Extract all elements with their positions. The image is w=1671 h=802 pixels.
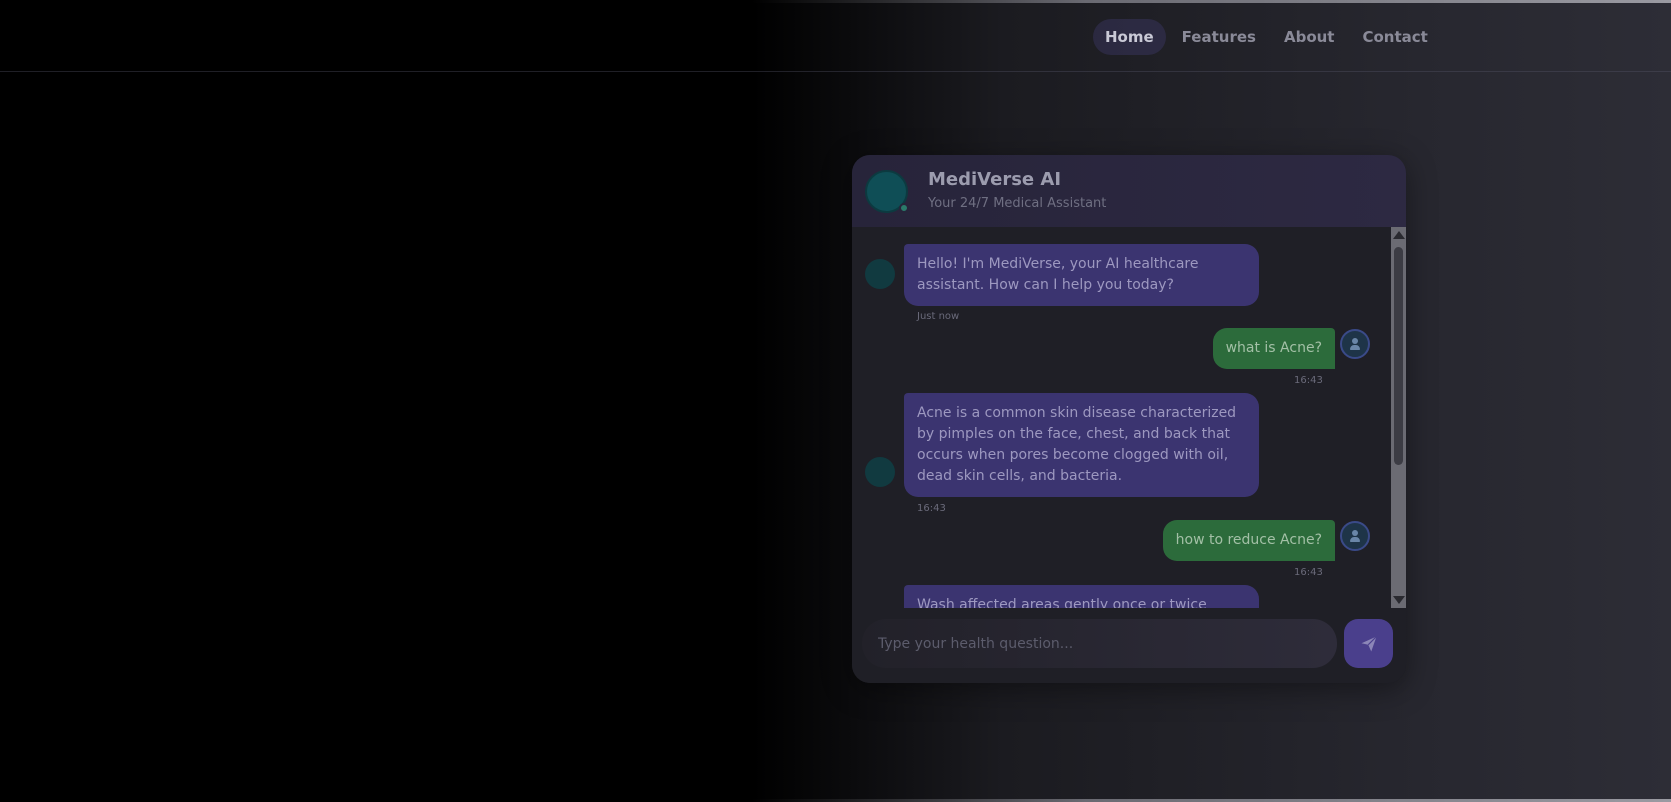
chat-subtitle: Your 24/7 Medical Assistant bbox=[928, 196, 1107, 211]
nav-features-link[interactable]: Features bbox=[1170, 19, 1268, 55]
online-status-indicator bbox=[899, 203, 909, 213]
message-text: Hello! I'm MediVerse, your AI healthcare… bbox=[904, 244, 1259, 306]
navbar: Home Features About Contact bbox=[0, 3, 1671, 72]
message-time: Just now bbox=[917, 311, 960, 322]
user-message-avatar bbox=[1340, 521, 1370, 551]
bot-message: Wash affected areas gently once or twice bbox=[904, 585, 1259, 608]
message-scrollbar[interactable] bbox=[1391, 227, 1406, 608]
message-input[interactable] bbox=[862, 619, 1337, 668]
message-text: how to reduce Acne? bbox=[1162, 520, 1335, 561]
scroll-thumb[interactable] bbox=[1394, 247, 1403, 465]
bot-message: Acne is a common skin disease characteri… bbox=[904, 393, 1259, 497]
bot-message-avatar bbox=[865, 457, 895, 487]
scroll-down-arrow[interactable] bbox=[1393, 596, 1405, 604]
chat-header: MediVerse AI Your 24/7 Medical Assistant bbox=[852, 155, 1406, 227]
message-time: 16:43 bbox=[1294, 375, 1323, 386]
user-message: how to reduce Acne? bbox=[1162, 520, 1335, 561]
message-text: Wash affected areas gently once or twice bbox=[904, 585, 1259, 608]
message-time: 16:43 bbox=[1294, 567, 1323, 578]
message-list[interactable]: Hello! I'm MediVerse, your AI healthcare… bbox=[852, 227, 1391, 608]
message-time: 16:43 bbox=[917, 503, 946, 514]
input-bar bbox=[852, 608, 1406, 683]
chat-title: MediVerse AI bbox=[928, 169, 1062, 190]
user-icon bbox=[1348, 337, 1362, 351]
scroll-up-arrow[interactable] bbox=[1393, 231, 1405, 239]
nav-contact-link[interactable]: Contact bbox=[1350, 19, 1439, 55]
nav-links: Home Features About Contact bbox=[1093, 19, 1440, 55]
chat-widget: MediVerse AI Your 24/7 Medical Assistant… bbox=[852, 155, 1406, 683]
nav-home-link[interactable]: Home bbox=[1093, 19, 1166, 55]
send-button[interactable] bbox=[1344, 619, 1393, 668]
nav-about-link[interactable]: About bbox=[1272, 19, 1347, 55]
bot-message-avatar bbox=[865, 259, 895, 289]
message-text: Acne is a common skin disease characteri… bbox=[904, 393, 1259, 497]
user-message-avatar bbox=[1340, 329, 1370, 359]
paper-plane-icon bbox=[1361, 635, 1377, 651]
bot-message: Hello! I'm MediVerse, your AI healthcare… bbox=[904, 244, 1259, 306]
user-message: what is Acne? bbox=[1212, 328, 1335, 369]
user-icon bbox=[1348, 529, 1362, 543]
message-text: what is Acne? bbox=[1212, 328, 1335, 369]
